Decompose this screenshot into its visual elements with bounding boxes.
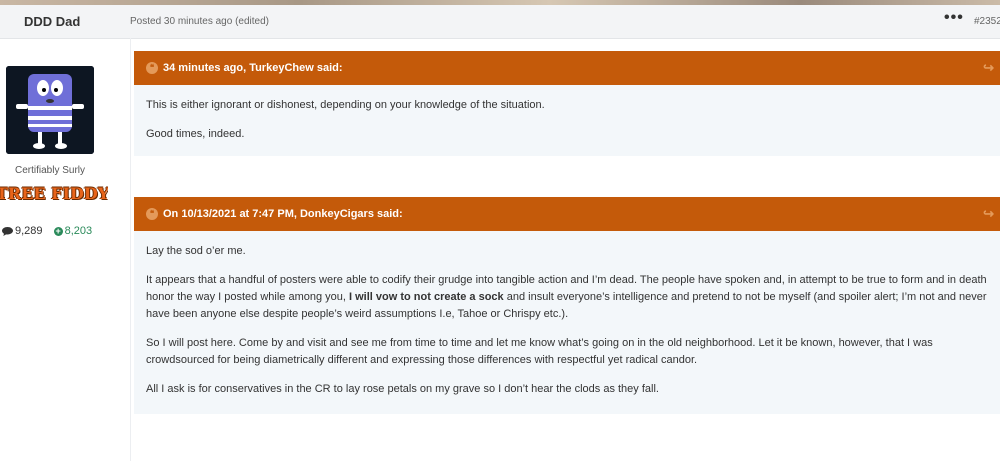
quote-citation: 34 minutes ago, TurkeyChew said: xyxy=(163,62,343,74)
quote-icon: ❝ xyxy=(146,208,158,220)
quote-citation: On 10/13/2021 at 7:47 PM, DonkeyCigars s… xyxy=(163,208,403,220)
post-header: DDD Dad Posted 30 minutes ago (edited) •… xyxy=(0,5,1000,39)
post-menu-button[interactable]: ••• xyxy=(944,9,964,27)
user-stats: 9,289 +8,203 xyxy=(2,225,92,237)
quote-paragraph: All I ask is for conservatives in the CR… xyxy=(146,383,659,395)
quote-block: ❝ On 10/13/2021 at 7:47 PM, DonkeyCigars… xyxy=(134,197,1000,414)
quote-paragraph: So I will post here. Come by and visit a… xyxy=(146,337,933,366)
plus-circle-icon: + xyxy=(53,225,63,236)
quote-paragraph: It appears that a handful of posters wer… xyxy=(146,272,988,323)
avatar[interactable] xyxy=(6,66,94,154)
quote-bold-text: I will vow to not create a sock xyxy=(349,291,504,303)
quote-body: This is either ignorant or dishonest, de… xyxy=(134,85,1000,159)
user-title: Certifiably Surly xyxy=(14,165,86,176)
quote-header[interactable]: ❝ On 10/13/2021 at 7:47 PM, DonkeyCigars… xyxy=(134,197,1000,231)
quote-paragraph: This is either ignorant or dishonest, de… xyxy=(146,99,545,111)
reputation: +8,203 xyxy=(53,225,93,237)
quote-icon: ❝ xyxy=(146,62,158,74)
post-count: 9,289 xyxy=(15,225,43,237)
quote-paragraph: Lay the sod o’er me. xyxy=(146,245,246,257)
author-name-link[interactable]: DDD Dad xyxy=(24,14,80,29)
post-number-link[interactable]: #2352 xyxy=(974,16,1000,27)
reputation-count: 8,203 xyxy=(64,225,93,237)
share-arrow-icon[interactable]: ↪ xyxy=(983,206,994,222)
author-divider xyxy=(130,38,131,461)
rank-badge: TREE FIDDY xyxy=(0,184,108,203)
towelie-avatar-image xyxy=(6,66,94,154)
quote-paragraph: Good times, indeed. xyxy=(146,128,245,140)
post-timestamp[interactable]: Posted 30 minutes ago (edited) xyxy=(130,16,269,27)
quote-body: Lay the sod o’er me. It appears that a h… xyxy=(134,231,1000,414)
comment-icon xyxy=(2,226,13,236)
share-arrow-icon[interactable]: ↪ xyxy=(983,60,994,76)
quote-block: ❝ 34 minutes ago, TurkeyChew said: ↪ Thi… xyxy=(134,51,1000,156)
quote-header[interactable]: ❝ 34 minutes ago, TurkeyChew said: ↪ xyxy=(134,51,1000,85)
